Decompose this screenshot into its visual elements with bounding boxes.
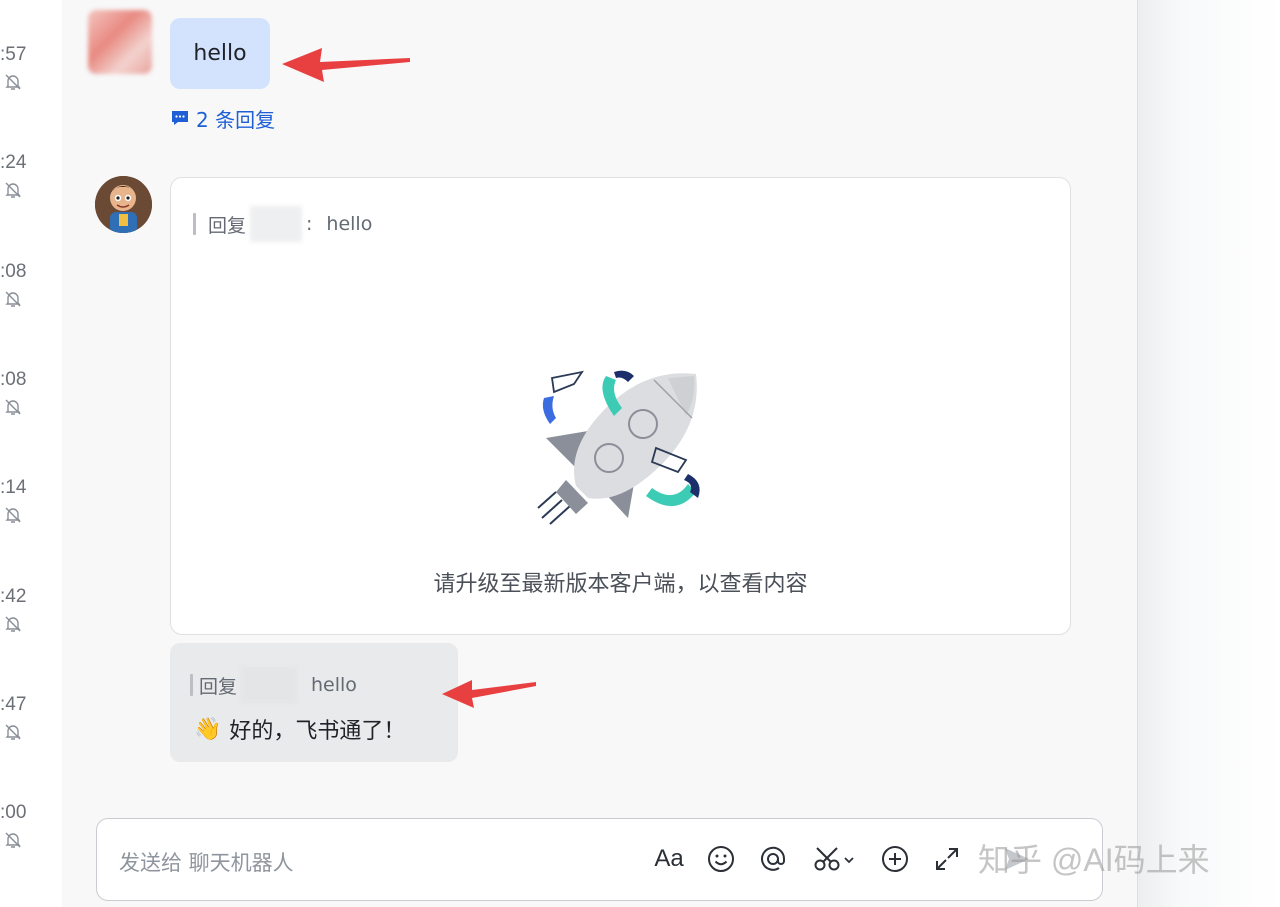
- list-item[interactable]: :47: [0, 694, 62, 794]
- message-text: 好的，飞书通了！: [229, 719, 406, 744]
- text-format-button[interactable]: Aa: [651, 841, 687, 877]
- message-card-unsupported[interactable]: 回复 : hello 请升级至最新版本客户端，以查看内容: [170, 177, 1071, 635]
- list-item[interactable]: :08: [0, 261, 62, 361]
- muted-bell-icon: [5, 74, 21, 90]
- message-composer[interactable]: 发送给 聊天机器人 Aa: [96, 818, 1103, 901]
- timestamp: :47: [0, 694, 27, 715]
- thread-icon: [172, 111, 188, 125]
- list-item[interactable]: :14: [0, 477, 62, 577]
- muted-bell-icon: [5, 832, 21, 848]
- expand-icon: [936, 848, 958, 870]
- list-item[interactable]: :24: [0, 152, 62, 252]
- quote-prefix: 回复: [208, 214, 247, 237]
- quote-bar: [193, 213, 196, 235]
- quoted-user-name: [241, 667, 298, 703]
- add-icon: [882, 846, 908, 872]
- timestamp: :08: [0, 369, 27, 390]
- quote-prefix: 回复: [199, 675, 238, 698]
- watermark: 知乎 @AI码上来: [978, 842, 1210, 878]
- rocket-illustration-icon: [537, 370, 700, 525]
- list-item[interactable]: :57: [0, 44, 62, 144]
- quoted-user-name: [250, 206, 303, 242]
- timestamp: :57: [0, 44, 27, 65]
- text-format-icon: Aa: [654, 845, 684, 872]
- list-item[interactable]: :08: [0, 369, 62, 469]
- emoji-icon: [708, 846, 734, 872]
- muted-bell-icon: [5, 724, 21, 740]
- reply-message: 👋 好的，飞书通了！: [194, 713, 405, 745]
- timestamp: :14: [0, 477, 27, 498]
- annotation-arrow: [282, 48, 410, 82]
- timestamp: :42: [0, 586, 27, 607]
- timestamp: :24: [0, 152, 27, 173]
- bot-avatar[interactable]: [95, 176, 152, 233]
- reply-quote: 回复 : hello: [193, 206, 372, 242]
- add-button[interactable]: [877, 841, 913, 877]
- reply-quote: 回复 hello: [190, 667, 357, 703]
- avatar-image: [95, 176, 152, 233]
- screenshot-button[interactable]: [809, 841, 859, 877]
- list-item[interactable]: :42: [0, 586, 62, 686]
- timestamp: :08: [0, 261, 27, 282]
- timestamp: :00: [0, 802, 27, 823]
- waving-hand-icon: 👋: [194, 716, 222, 742]
- annotation-arrow: [442, 680, 536, 708]
- quoted-text: hello: [326, 213, 373, 235]
- quoted-text: hello: [311, 674, 357, 696]
- list-item[interactable]: :00: [0, 802, 62, 902]
- avatar[interactable]: [88, 10, 152, 74]
- message-bubble-reply[interactable]: 回复 hello 👋 好的，飞书通了！: [170, 643, 458, 762]
- mention-button[interactable]: [755, 841, 791, 877]
- conversation-list-strip: :57 :24 :08 :08 :14 :42 :47 :00: [0, 0, 62, 907]
- screenshot-icon: [814, 847, 854, 871]
- muted-bell-icon: [5, 182, 21, 198]
- quote-bar: [190, 674, 193, 696]
- message-bubble-hello[interactable]: hello: [170, 18, 270, 89]
- muted-bell-icon: [5, 616, 21, 632]
- muted-bell-icon: [5, 507, 21, 523]
- message-text: hello: [193, 41, 247, 66]
- emoji-button[interactable]: [703, 841, 739, 877]
- thread-replies-link[interactable]: 2 条回复: [170, 104, 275, 132]
- expand-button[interactable]: [929, 841, 965, 877]
- quote-separator: :: [306, 213, 313, 235]
- replies-count-label: 2 条回复: [196, 107, 276, 132]
- muted-bell-icon: [5, 399, 21, 415]
- upgrade-notice: 请升级至最新版本客户端，以查看内容: [433, 572, 808, 597]
- composer-placeholder: 发送给 聊天机器人: [119, 851, 294, 875]
- mention-icon: [761, 846, 786, 871]
- muted-bell-icon: [5, 291, 21, 307]
- side-panel-edge: [1138, 0, 1280, 907]
